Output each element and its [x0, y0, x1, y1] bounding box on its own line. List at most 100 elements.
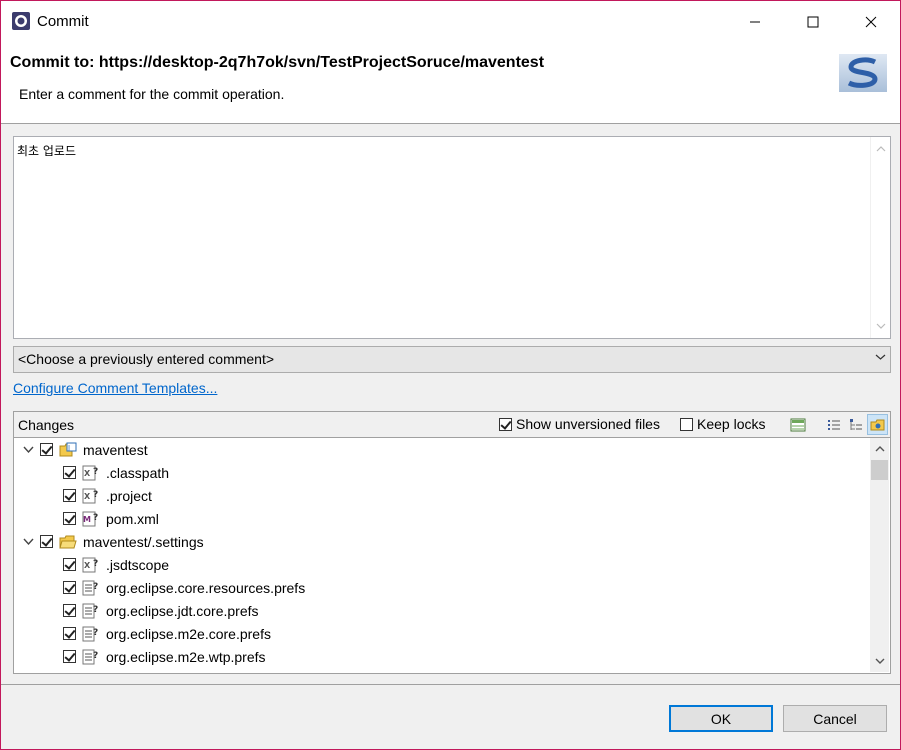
tree-row-label: .classpath — [106, 464, 170, 481]
svg-text:?: ? — [93, 559, 98, 569]
folder-open-icon — [59, 534, 77, 550]
comment-scrollbar[interactable] — [870, 137, 890, 338]
tree-row[interactable]: ? org.eclipse.jdt.core.prefs — [63, 599, 259, 622]
tree-row-checkbox[interactable] — [63, 558, 76, 571]
prefs-file-icon: ? — [82, 649, 100, 665]
changes-tree[interactable]: Jmaventest X? .classpath X? .project M? pom.xm… — [14, 438, 870, 672]
tree-row[interactable]: X? .classpath — [63, 461, 169, 484]
ok-button[interactable]: OK — [669, 705, 773, 732]
maven-pom-icon: M? — [82, 511, 100, 527]
tree-row-label: .jsdtscope — [106, 556, 170, 573]
close-button[interactable] — [842, 1, 900, 43]
tree-scroll-down-icon[interactable] — [870, 652, 889, 670]
tree-row-label: pom.xml — [106, 510, 159, 527]
svg-text:?: ? — [93, 513, 98, 523]
xml-file-icon: X? — [82, 465, 100, 481]
svn-logo-icon — [839, 54, 887, 92]
prefs-file-icon: ? — [82, 626, 100, 642]
chevron-down-icon — [875, 354, 886, 360]
flat-list-button[interactable] — [823, 414, 844, 435]
prefs-file-icon: ? — [82, 580, 100, 596]
svg-text:?: ? — [93, 490, 98, 500]
svg-text:J: J — [67, 444, 70, 452]
previous-comment-select[interactable]: <Choose a previously entered comment> — [13, 346, 891, 373]
comment-textarea[interactable]: 최초 업로드 — [13, 136, 891, 339]
cancel-button[interactable]: Cancel — [783, 705, 887, 732]
table-view-icon — [790, 418, 805, 431]
svg-text:?: ? — [93, 582, 98, 592]
scroll-thumb[interactable] — [871, 460, 888, 480]
svg-text:X: X — [84, 492, 91, 501]
tree-row-label: maventest/.settings — [83, 533, 204, 550]
commit-dialog: Commit Commit to: https://desktop-2q7h7o… — [0, 0, 901, 750]
show-unversioned-label: Show unversioned files — [516, 416, 660, 432]
button-separator — [1, 684, 900, 685]
svg-text:M: M — [83, 515, 91, 524]
changes-toolbar: Changes Show unversioned files Keep lock… — [14, 412, 890, 438]
tree-row-label: .project — [106, 487, 152, 504]
minimize-button[interactable] — [726, 1, 784, 43]
tree-row-label: org.eclipse.m2e.core.prefs — [106, 625, 271, 642]
tree-row[interactable]: Jmaventest — [22, 438, 148, 461]
svg-text:X: X — [84, 469, 91, 478]
tree-row[interactable]: ? org.eclipse.m2e.wtp.prefs — [63, 645, 266, 668]
project-folder-icon: J — [59, 442, 77, 458]
tree-row-label: org.eclipse.core.resources.prefs — [106, 579, 306, 596]
tree-row[interactable]: ? org.eclipse.core.resources.prefs — [63, 576, 305, 599]
tree-row-checkbox[interactable] — [63, 512, 76, 525]
scroll-up-icon[interactable] — [871, 140, 890, 158]
changes-scrollbar[interactable] — [870, 438, 889, 672]
compressed-folders-icon — [870, 419, 884, 430]
tree-row[interactable]: M? pom.xml — [63, 507, 159, 530]
tree-row-label: org.eclipse.jdt.core.prefs — [106, 602, 259, 619]
close-icon — [865, 16, 877, 28]
minimize-icon — [750, 21, 760, 23]
commit-target-url: Commit to: https://desktop-2q7h7ok/svn/T… — [10, 54, 545, 71]
tree-row-checkbox[interactable] — [63, 627, 76, 640]
expand-chevron-icon[interactable] — [22, 536, 34, 548]
flat-list-icon — [827, 419, 840, 430]
dialog-header: Commit to: https://desktop-2q7h7ok/svn/T… — [1, 43, 900, 124]
maximize-icon — [807, 16, 819, 28]
tree-row[interactable]: X? .project — [63, 484, 152, 507]
prefs-file-icon: ? — [82, 603, 100, 619]
eclipse-app-icon — [12, 12, 30, 30]
keep-locks-check[interactable] — [680, 417, 693, 431]
svg-text:X: X — [84, 561, 91, 570]
tree-row-checkbox[interactable] — [63, 466, 76, 479]
tree-row-checkbox[interactable] — [63, 604, 76, 617]
svg-text:?: ? — [93, 605, 98, 615]
xml-file-icon: X? — [82, 557, 100, 573]
tree-row[interactable]: maventest/.settings — [22, 530, 204, 553]
show-unversioned-checkbox[interactable]: Show unversioned files — [499, 416, 660, 432]
tree-row-checkbox[interactable] — [63, 650, 76, 663]
configure-templates-link[interactable]: Configure Comment Templates... — [13, 380, 217, 396]
window-title: Commit — [37, 13, 89, 30]
tree-row[interactable]: X? .jsdtscope — [63, 553, 169, 576]
tree-view-icon — [849, 418, 862, 430]
table-view-button[interactable] — [787, 414, 808, 435]
scroll-down-icon[interactable] — [871, 317, 890, 335]
tree-row[interactable]: ? org.eclipse.m2e.core.prefs — [63, 622, 271, 645]
previous-comment-value: <Choose a previously entered comment> — [18, 351, 275, 367]
svg-text:?: ? — [93, 467, 98, 477]
tree-row-checkbox[interactable] — [63, 581, 76, 594]
changes-title: Changes — [18, 417, 75, 433]
changes-panel: Changes Show unversioned files Keep lock… — [13, 411, 891, 674]
tree-row-checkbox[interactable] — [40, 443, 53, 456]
keep-locks-checkbox[interactable]: Keep locks — [680, 416, 765, 432]
tree-row-checkbox[interactable] — [40, 535, 53, 548]
title-bar: Commit — [1, 1, 900, 43]
svg-text:?: ? — [93, 651, 98, 661]
svg-text:?: ? — [93, 628, 98, 638]
header-subtitle: Enter a comment for the commit operation… — [19, 86, 285, 102]
tree-row-label: org.eclipse.m2e.wtp.prefs — [106, 648, 266, 665]
tree-view-button[interactable] — [845, 414, 866, 435]
tree-row-label: maventest — [83, 441, 148, 458]
compressed-folders-button[interactable] — [867, 414, 888, 435]
show-unversioned-check[interactable] — [499, 417, 512, 431]
expand-chevron-icon[interactable] — [22, 444, 34, 456]
tree-row-checkbox[interactable] — [63, 489, 76, 502]
maximize-button[interactable] — [784, 1, 842, 43]
tree-scroll-up-icon[interactable] — [870, 440, 889, 458]
